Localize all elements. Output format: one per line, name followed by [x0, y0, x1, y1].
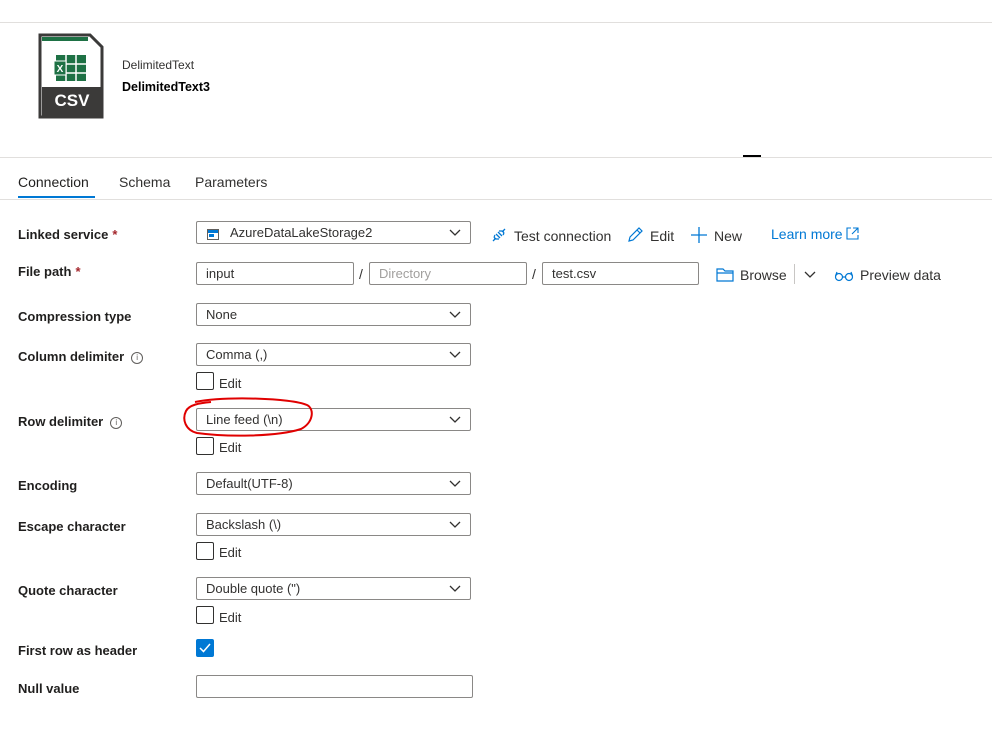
container-value: input — [206, 266, 235, 281]
column-delimiter-edit-checkbox[interactable] — [196, 372, 214, 390]
file-path-container-input[interactable]: input — [196, 262, 354, 285]
chevron-down-icon — [449, 311, 461, 318]
storage-icon — [207, 227, 219, 243]
toolbar-separator — [794, 264, 795, 284]
learn-more-label: Learn more — [771, 226, 843, 242]
tabs-divider — [0, 199, 992, 200]
collapse-handle[interactable] — [743, 155, 761, 157]
file-value: test.csv — [552, 266, 597, 281]
preview-data-label: Preview data — [860, 267, 941, 283]
new-label: New — [714, 228, 743, 244]
encoding-label: Encoding — [18, 478, 78, 493]
browse-label: Browse — [740, 267, 787, 283]
test-connection-label: Test connection — [514, 228, 612, 244]
row-delimiter-edit-checkbox[interactable] — [196, 437, 214, 455]
quote-character-dropdown[interactable]: Double quote (") — [196, 577, 471, 600]
edit-label: Edit — [650, 228, 675, 244]
quote-character-edit-checkbox[interactable] — [196, 606, 214, 624]
dataset-type: DelimitedText — [122, 58, 195, 72]
escape-character-value: Backslash (\) — [206, 517, 282, 532]
compression-type-label: Compression type — [18, 309, 132, 324]
tab-schema[interactable]: Schema — [119, 174, 170, 190]
external-link-icon — [846, 227, 860, 243]
folder-icon — [716, 267, 734, 286]
learn-more-link[interactable]: Learn more — [771, 226, 860, 243]
plug-icon — [490, 226, 508, 247]
row-delimiter-value: Line feed (\n) — [206, 412, 283, 427]
test-connection-button[interactable]: Test connection — [490, 226, 611, 247]
chevron-down-icon — [804, 271, 816, 278]
row-delimiter-dropdown[interactable]: Line feed (\n) — [196, 408, 471, 431]
quote-character-value: Double quote (") — [206, 581, 301, 596]
info-icon[interactable]: i — [131, 352, 144, 364]
row-delimiter-edit-label: Edit — [219, 440, 242, 455]
chevron-down-icon — [449, 480, 461, 487]
null-value-input[interactable] — [196, 675, 473, 698]
file-path-file-input[interactable]: test.csv — [542, 262, 699, 285]
browse-button[interactable]: Browse — [716, 267, 787, 286]
escape-character-dropdown[interactable]: Backslash (\) — [196, 513, 471, 536]
csv-icon-label: CSV — [54, 91, 90, 110]
row-delimiter-label: Row delimiter i — [18, 414, 123, 429]
null-value-label: Null value — [18, 681, 80, 696]
glasses-icon — [834, 269, 854, 286]
linked-service-dropdown[interactable]: AzureDataLakeStorage2 — [196, 221, 471, 244]
quote-character-edit-label: Edit — [219, 610, 242, 625]
tab-connection[interactable]: Connection — [18, 174, 89, 190]
chevron-down-icon — [449, 521, 461, 528]
chevron-down-icon — [449, 229, 461, 236]
column-delimiter-label: Column delimiter i — [18, 349, 144, 364]
chevron-down-icon — [449, 585, 461, 592]
browse-options-dropdown[interactable] — [803, 267, 817, 284]
file-path-label: File path * — [18, 264, 81, 279]
path-separator: / — [532, 266, 536, 282]
compression-type-dropdown[interactable]: None — [196, 303, 471, 326]
chevron-down-icon — [449, 416, 461, 423]
checkmark-icon — [199, 643, 211, 653]
header-divider — [0, 157, 992, 158]
tab-parameters[interactable]: Parameters — [195, 174, 267, 190]
compression-type-value: None — [206, 307, 238, 322]
linked-service-label: Linked service * — [18, 227, 118, 242]
column-delimiter-value: Comma (,) — [206, 347, 268, 362]
dataset-name: DelimitedText3 — [122, 80, 210, 94]
escape-character-label: Escape character — [18, 519, 126, 534]
encoding-dropdown[interactable]: Default(UTF-8) — [196, 472, 471, 495]
first-row-as-header-checkbox[interactable] — [196, 639, 214, 657]
csv-file-icon: X CSV — [38, 33, 104, 119]
pencil-icon — [626, 226, 644, 247]
encoding-value: Default(UTF-8) — [206, 476, 293, 491]
file-path-directory-input[interactable]: Directory — [369, 262, 527, 285]
new-linked-service-button[interactable]: New — [690, 226, 742, 247]
edit-linked-service-button[interactable]: Edit — [626, 226, 674, 247]
column-delimiter-dropdown[interactable]: Comma (,) — [196, 343, 471, 366]
top-divider — [0, 22, 992, 23]
escape-character-edit-checkbox[interactable] — [196, 542, 214, 560]
info-icon[interactable]: i — [110, 417, 123, 429]
preview-data-button[interactable]: Preview data — [834, 267, 941, 286]
chevron-down-icon — [449, 351, 461, 358]
path-separator: / — [359, 266, 363, 282]
column-delimiter-edit-label: Edit — [219, 376, 242, 391]
plus-icon — [690, 226, 708, 247]
first-row-as-header-label: First row as header — [18, 643, 138, 658]
active-tab-indicator — [18, 196, 95, 198]
directory-placeholder: Directory — [379, 266, 432, 281]
quote-character-label: Quote character — [18, 583, 118, 598]
svg-text:X: X — [57, 64, 64, 75]
escape-character-edit-label: Edit — [219, 545, 242, 560]
linked-service-value: AzureDataLakeStorage2 — [230, 225, 373, 240]
